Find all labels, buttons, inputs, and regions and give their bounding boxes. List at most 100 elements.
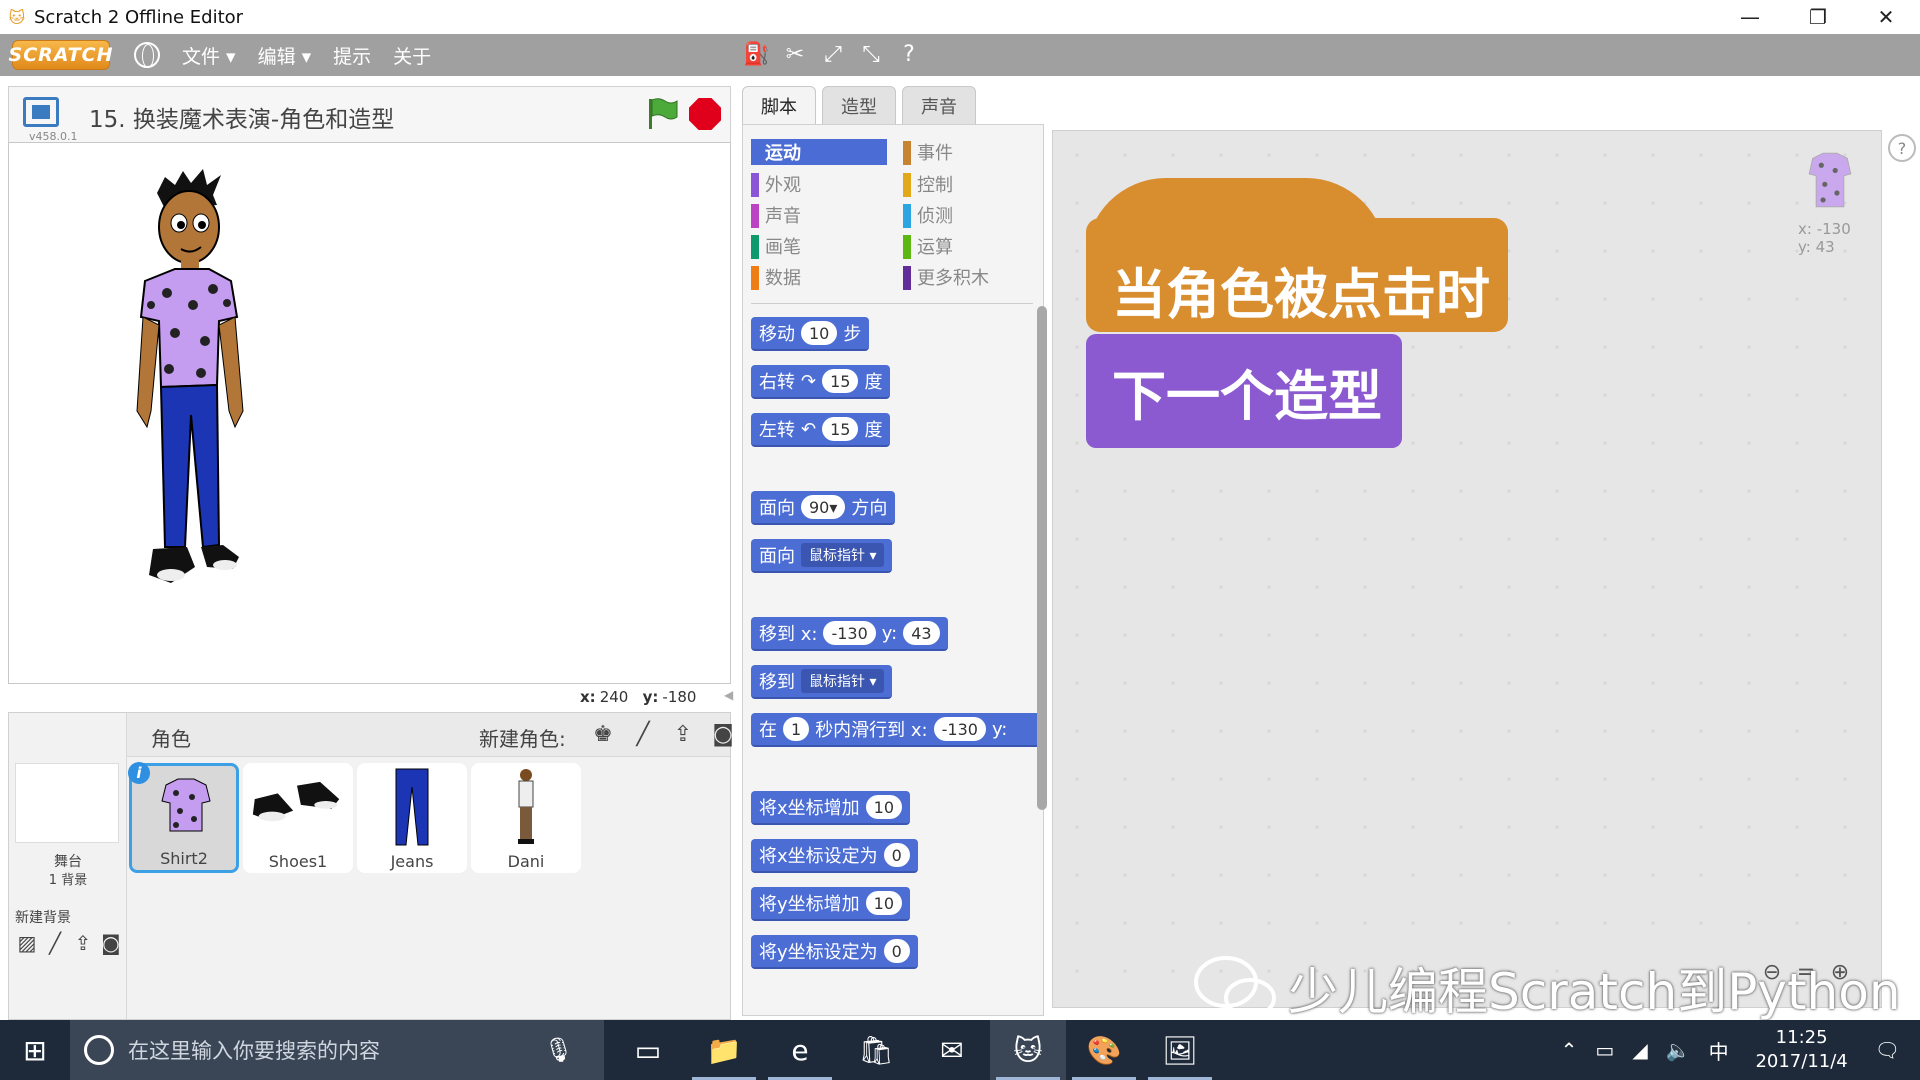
block-set-x[interactable]: 将x坐标设定为 0: [751, 839, 918, 873]
category-events[interactable]: 事件: [903, 139, 1039, 165]
block-turn-right[interactable]: 右转 ↷ 15 度: [751, 365, 891, 399]
sprite-tile-dani[interactable]: Dani: [471, 763, 581, 873]
task-view-icon[interactable]: ▭: [610, 1020, 686, 1080]
menu-edit[interactable]: 编辑 ▾: [258, 42, 312, 69]
notification-icon[interactable]: 🗨: [1875, 1038, 1900, 1062]
script-hat-when-sprite-clicked[interactable]: 当角色被点击时: [1086, 178, 1508, 332]
scratch-app-icon[interactable]: 🐱: [990, 1020, 1066, 1080]
sprite-name: Jeans: [390, 852, 434, 871]
backdrop-library-icon[interactable]: ▨: [15, 931, 39, 955]
camera-sprite-icon[interactable]: ◙: [707, 719, 739, 749]
project-title[interactable]: 15. 换装魔术表演-角色和造型: [89, 100, 394, 134]
stage-header: v458.0.1 15. 换装魔术表演-角色和造型: [8, 86, 731, 143]
tray-expand-icon[interactable]: ⌃: [1561, 1038, 1578, 1062]
minimize-button[interactable]: —: [1716, 0, 1784, 34]
block-glide[interactable]: 在 1 秒内滑行到 x: -130 y:: [751, 713, 1045, 747]
restore-button[interactable]: ❐: [1784, 0, 1852, 34]
block-point-in-direction[interactable]: 面向 90▾ 方向: [751, 491, 896, 525]
stage-thumbnail[interactable]: [15, 763, 119, 843]
block-go-to[interactable]: 移到 鼠标指针 ▾: [751, 665, 893, 699]
green-flag-icon[interactable]: [645, 97, 679, 131]
category-sound[interactable]: 声音: [751, 202, 887, 228]
help-icon[interactable]: ?: [896, 40, 922, 68]
sprite-name: Shirt2: [160, 849, 208, 868]
dani-character[interactable]: [105, 165, 305, 645]
category-sensing[interactable]: 侦测: [903, 202, 1039, 228]
fullscreen-icon[interactable]: [23, 97, 59, 127]
windows-taskbar: ⊞ 在这里输入你要搜索的内容 🎙 ▭ 📁 e 🛍 ✉ 🐱 🎨 🖼 ⌃ ▭ ◢ 🔈…: [0, 1020, 1920, 1080]
menu-about[interactable]: 关于: [393, 42, 431, 69]
ime-indicator[interactable]: 中: [1709, 1036, 1729, 1065]
paint-backdrop-icon[interactable]: ╱: [43, 931, 67, 955]
system-clock[interactable]: 11:25 2017/11/4: [1747, 1026, 1857, 1074]
volume-icon[interactable]: 🔈: [1666, 1038, 1691, 1062]
script-block-next-costume[interactable]: 下一个造型: [1086, 334, 1402, 448]
file-explorer-icon[interactable]: 📁: [686, 1020, 762, 1080]
menu-file[interactable]: 文件 ▾: [182, 42, 236, 69]
menu-tips[interactable]: 提示: [333, 42, 371, 69]
grow-icon[interactable]: ⤢: [820, 40, 846, 68]
sprites-label: 角色: [151, 727, 191, 751]
tab-scripts[interactable]: 脚本: [742, 86, 816, 124]
camera-backdrop-icon[interactable]: ◙: [99, 931, 123, 955]
microphone-icon[interactable]: 🎙: [544, 1036, 574, 1064]
turn-left-icon: ↶: [801, 418, 817, 440]
info-icon[interactable]: i: [128, 762, 150, 784]
category-motion[interactable]: 运动: [751, 139, 887, 165]
paint-sprite-icon[interactable]: ╱: [627, 719, 659, 749]
upload-sprite-icon[interactable]: ⇪: [667, 719, 699, 749]
network-icon[interactable]: ◢: [1632, 1038, 1647, 1062]
help-icon[interactable]: ?: [1888, 134, 1916, 162]
sprite-library-icon[interactable]: ♚: [587, 719, 619, 749]
block-go-to-xy[interactable]: 移到 x: -130 y: 43: [751, 617, 948, 651]
mail-icon[interactable]: ✉: [914, 1020, 990, 1080]
stage-mouse-coords: x: 240 y: -180: [580, 688, 697, 706]
tab-costumes[interactable]: 造型: [822, 86, 896, 124]
category-more-blocks[interactable]: 更多积木: [903, 264, 1039, 290]
language-globe-icon[interactable]: [134, 42, 160, 68]
tab-sounds[interactable]: 声音: [902, 86, 976, 124]
block-set-y[interactable]: 将y坐标设定为 0: [751, 935, 918, 969]
sprite-tile-jeans[interactable]: Jeans: [357, 763, 467, 873]
windows-start-icon[interactable]: ⊞: [0, 1020, 70, 1080]
system-tray: ⌃ ▭ ◢ 🔈 中 11:25 2017/11/4 🗨: [1561, 1020, 1920, 1080]
block-turn-left[interactable]: 左转 ↶ 15 度: [751, 413, 891, 447]
block-move[interactable]: 移动 10 步: [751, 317, 870, 351]
close-button[interactable]: ✕: [1852, 0, 1920, 34]
block-change-y[interactable]: 将y坐标增加 10: [751, 887, 911, 921]
category-operators[interactable]: 运算: [903, 233, 1039, 259]
stage-canvas[interactable]: [8, 142, 731, 684]
upload-backdrop-icon[interactable]: ⇪: [71, 931, 95, 955]
shrink-icon[interactable]: ⤡: [858, 40, 884, 68]
battery-icon[interactable]: ▭: [1595, 1038, 1614, 1062]
collapse-stage-arrow-icon[interactable]: ◀: [724, 688, 734, 708]
stop-icon[interactable]: [689, 98, 721, 130]
watermark: 少儿编程Scratch到Python: [1192, 952, 1901, 1024]
sprite-pane-header: 角色 新建角色: ♚ ╱ ⇪ ◙: [127, 713, 734, 757]
category-looks[interactable]: 外观: [751, 171, 887, 197]
delete-icon[interactable]: ✂: [782, 40, 808, 68]
block-change-x[interactable]: 将x坐标增加 10: [751, 791, 911, 825]
palette-scrollbar[interactable]: [1037, 306, 1047, 810]
editor-tabs: 脚本 造型 声音: [742, 86, 976, 124]
store-icon[interactable]: 🛍: [838, 1020, 914, 1080]
scratch-cat-icon: 🐱: [8, 7, 26, 27]
paint-app-icon[interactable]: 🎨: [1066, 1020, 1142, 1080]
category-divider: [751, 303, 1033, 304]
duplicate-icon[interactable]: ⛽: [743, 40, 770, 68]
dani-thumbnail: [518, 769, 534, 844]
sprite-tile-shoes1[interactable]: Shoes1: [243, 763, 353, 873]
new-sprite-label: 新建角色:: [479, 727, 566, 751]
cortana-icon[interactable]: [84, 1035, 114, 1065]
sprite-tile-shirt2[interactable]: i Shirt2: [128, 762, 239, 873]
edge-browser-icon[interactable]: e: [762, 1020, 838, 1080]
category-pen[interactable]: 画笔: [751, 233, 887, 259]
block-point-towards[interactable]: 面向 鼠标指针 ▾: [751, 539, 893, 573]
sprite-y-readout: y: 43: [1798, 238, 1835, 256]
photos-app-icon[interactable]: 🖼: [1142, 1020, 1218, 1080]
jeans-thumbnail: [395, 768, 429, 846]
category-data[interactable]: 数据: [751, 264, 887, 290]
taskbar-search[interactable]: 在这里输入你要搜索的内容 🎙: [70, 1020, 604, 1080]
category-control[interactable]: 控制: [903, 171, 1039, 197]
scratch-logo[interactable]: SCRATCH: [9, 40, 112, 70]
